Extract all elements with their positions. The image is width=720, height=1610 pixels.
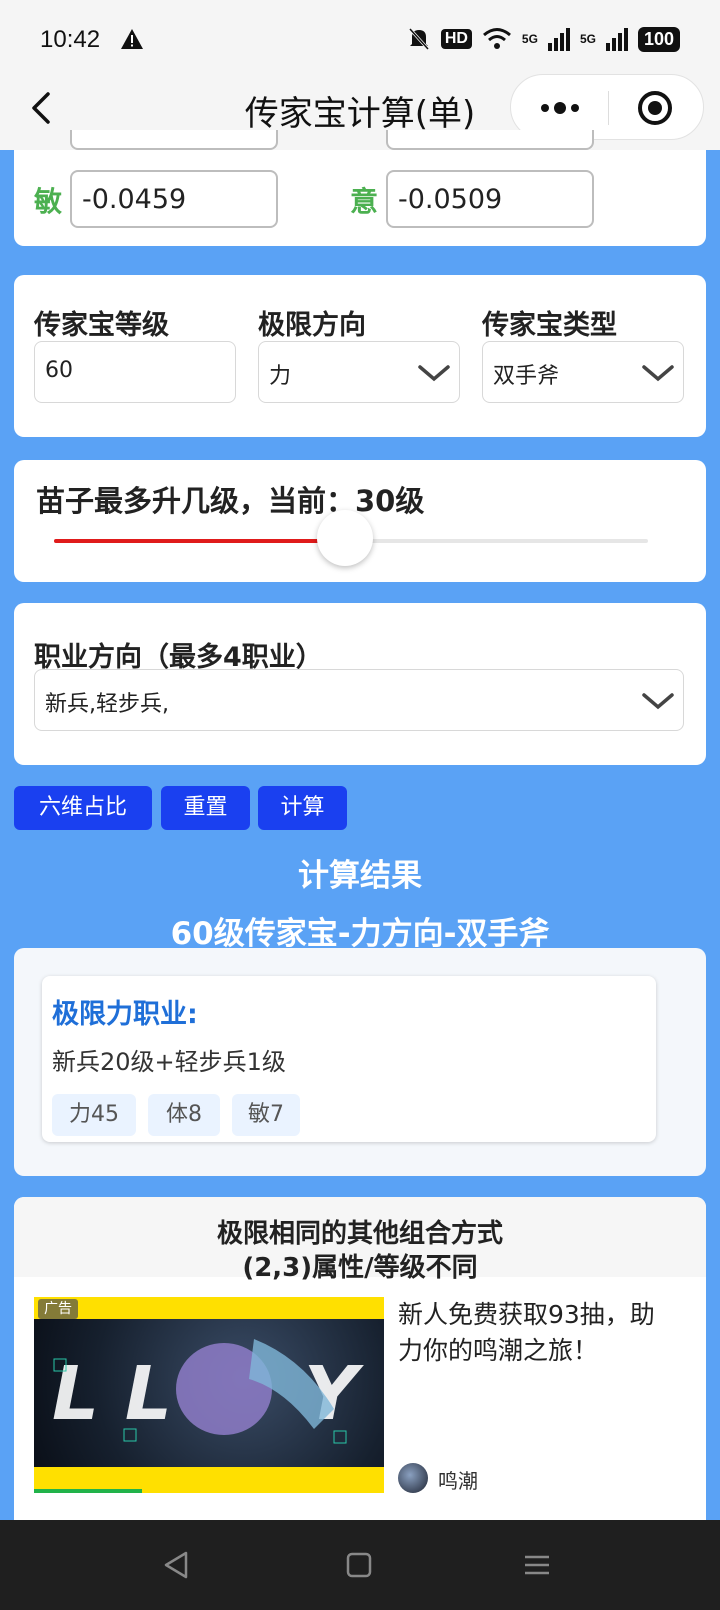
chevron-down-icon bbox=[642, 365, 674, 382]
best-job-title: 极限力职业: bbox=[52, 999, 198, 1030]
other-combos-card: 极限相同的其他组合方式 (2,3)属性/等级不同 L L Y 广告 新人免费获取… bbox=[14, 1197, 706, 1520]
battery-icon: 100 bbox=[637, 26, 680, 52]
signal-icon bbox=[605, 28, 628, 51]
level-label: 传家宝等级 bbox=[34, 310, 169, 341]
direction-select[interactable]: 力 bbox=[258, 341, 460, 403]
nav-back-icon[interactable] bbox=[162, 1550, 192, 1580]
min-label: 敏 bbox=[34, 185, 63, 218]
other-combos-title: 极限相同的其他组合方式 bbox=[216, 1219, 503, 1249]
config-card: 传家宝等级 60 极限方向 力 传家宝类型 双手斧 bbox=[14, 275, 706, 437]
ad-artwork-graphic: L L Y bbox=[52, 1339, 364, 1444]
signal-2-label: 5G bbox=[579, 32, 596, 46]
ad-brand-name[interactable]: 鸣潮 bbox=[438, 1465, 478, 1494]
wifi-icon bbox=[482, 28, 511, 49]
six-dim-ratio-button[interactable]: 六维占比 bbox=[14, 786, 152, 830]
calculate-button[interactable]: 计算 bbox=[258, 786, 347, 830]
ad-artwork: L L Y bbox=[34, 1319, 384, 1467]
min-input[interactable]: -0.0459 bbox=[70, 170, 278, 228]
more-icon[interactable] bbox=[537, 95, 583, 121]
type-label: 传家宝类型 bbox=[482, 310, 617, 341]
ad-image[interactable]: L L Y 广告 bbox=[34, 1297, 384, 1493]
best-job-card: 极限力职业: 新兵20级+轻步兵1级 力45 体8 敏7 bbox=[42, 976, 656, 1142]
other-combos-subtitle: (2,3)属性/等级不同 bbox=[242, 1253, 478, 1283]
stat-tag: 敏7 bbox=[232, 1094, 300, 1136]
yi-label: 意 bbox=[350, 185, 379, 218]
signal-icon bbox=[547, 28, 570, 51]
capsule-divider bbox=[608, 91, 609, 125]
profession-value: 新兵,轻步兵, bbox=[45, 692, 169, 717]
direction-value: 力 bbox=[269, 364, 292, 389]
status-icons: HD 5G 5G 100 bbox=[407, 26, 680, 52]
best-job-combo: 新兵20级+轻步兵1级 bbox=[52, 1048, 286, 1076]
mute-icon bbox=[408, 27, 429, 51]
type-select[interactable]: 双手斧 bbox=[482, 341, 684, 403]
close-miniprogram-icon[interactable] bbox=[637, 90, 673, 126]
level-slider-card: 苗子最多升几级，当前：30级 bbox=[14, 460, 706, 582]
hd-icon: HD bbox=[440, 29, 472, 49]
slider-title: 苗子最多升几级，当前：30级 bbox=[36, 484, 425, 518]
attribute-card: 敏 -0.0459 意 -0.0509 bbox=[14, 130, 706, 246]
profession-card: 职业方向（最多4职业） 新兵,轻步兵, bbox=[14, 603, 706, 765]
system-nav-bar bbox=[0, 1520, 720, 1610]
direction-label: 极限方向 bbox=[258, 310, 366, 341]
nav-home-icon[interactable] bbox=[344, 1550, 374, 1580]
yi-input[interactable]: -0.0509 bbox=[386, 170, 594, 228]
result-card: 极限力职业: 新兵20级+轻步兵1级 力45 体8 敏7 bbox=[14, 948, 706, 1176]
chevron-down-icon bbox=[418, 365, 450, 382]
hidden-input-top-left[interactable] bbox=[70, 130, 278, 150]
stat-tag: 力45 bbox=[52, 1094, 136, 1136]
ad-text[interactable]: 新人免费获取93抽，助力你的鸣潮之旅！ bbox=[398, 1297, 678, 1369]
type-value: 双手斧 bbox=[493, 364, 560, 389]
profession-select[interactable]: 新兵,轻步兵, bbox=[34, 669, 684, 731]
slider-thumb[interactable] bbox=[317, 510, 373, 566]
reset-button[interactable]: 重置 bbox=[161, 786, 250, 830]
nav-menu-icon[interactable] bbox=[522, 1550, 552, 1580]
svg-text:L L: L L bbox=[52, 1351, 172, 1437]
result-heading: 计算结果 bbox=[298, 858, 422, 894]
warning-icon bbox=[121, 29, 143, 49]
stat-tag: 体8 bbox=[148, 1094, 220, 1136]
ad-brand-avatar bbox=[398, 1463, 428, 1493]
result-subheading: 60级传家宝-力方向-双手斧 bbox=[170, 916, 550, 952]
chevron-down-icon bbox=[642, 693, 674, 710]
clock: 10:42 bbox=[40, 26, 101, 53]
hidden-input-top-right[interactable] bbox=[386, 130, 594, 150]
slider-fill bbox=[54, 539, 345, 543]
level-input[interactable]: 60 bbox=[34, 341, 236, 403]
signal-1-label: 5G bbox=[521, 32, 538, 46]
ad-progress-bar bbox=[34, 1489, 142, 1493]
ad-badge[interactable]: 广告 bbox=[38, 1299, 78, 1319]
